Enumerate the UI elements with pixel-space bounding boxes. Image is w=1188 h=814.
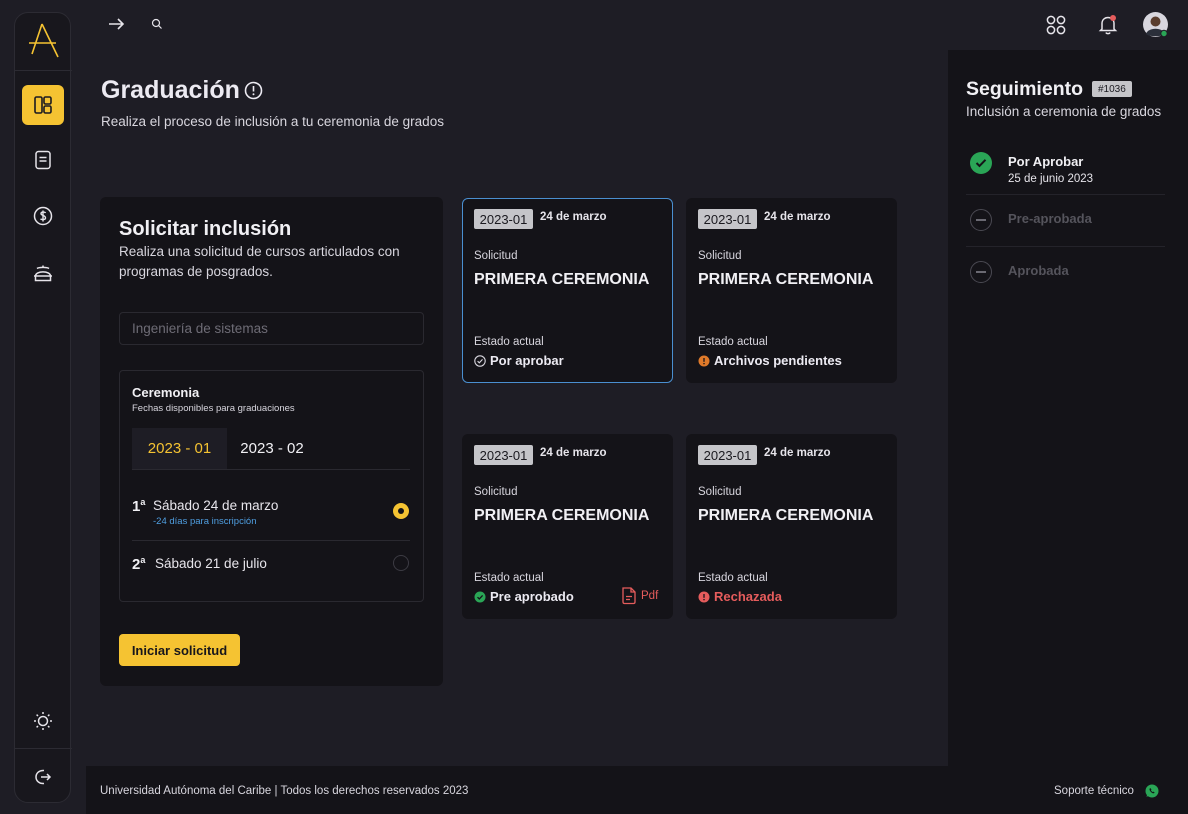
whatsapp-icon[interactable] (1145, 784, 1159, 803)
card-kind: Solicitud (474, 250, 518, 262)
tab-period-2023-01[interactable]: 2023 - 01 (132, 428, 227, 469)
period-badge: 2023-01 (698, 209, 757, 229)
period-badge: 2023-01 (474, 209, 533, 229)
check-circle-icon (970, 152, 992, 174)
step-label: Por Aprobar (1008, 154, 1084, 169)
card-name: PRIMERA CEREMONIA (698, 507, 874, 524)
period-badge: 2023-01 (698, 445, 757, 465)
option-radio[interactable] (393, 555, 409, 571)
page-subtitle: Realiza el proceso de inclusión a tu cer… (101, 114, 444, 129)
ceremony-subtitle: Fechas disponibles para graduaciones (132, 403, 295, 414)
pending-circle-icon (970, 261, 992, 283)
triangle-logo-icon[interactable] (27, 21, 61, 64)
step-label: Pre-aprobada (1008, 211, 1092, 226)
card-name: PRIMERA CEREMONIA (474, 507, 650, 524)
request-title: Solicitar inclusión (119, 218, 292, 240)
apps-grid-icon[interactable] (1045, 14, 1067, 36)
avatar[interactable] (1142, 11, 1169, 38)
card-state-label: Estado actual (698, 336, 768, 348)
option-radio-selected[interactable] (393, 503, 409, 519)
option-note: -24 días para inscripción (153, 516, 257, 527)
card-date: 24 de marzo (764, 447, 831, 459)
footer-copyright: Universidad Autónoma del Caribe | Todos … (100, 785, 469, 797)
request-description: Realiza una solicitud de cursos articula… (119, 244, 400, 279)
sidebar-divider (15, 70, 72, 71)
option-label: Sábado 21 de julio (155, 556, 267, 571)
bell-icon[interactable] (1098, 14, 1118, 36)
tracking-subtitle: Inclusión a ceremonia de grados (966, 104, 1162, 119)
card-kind: Solicitud (474, 486, 518, 498)
option-label: Sábado 24 de marzo (153, 498, 279, 513)
request-card[interactable]: 2023-01 24 de marzo Solicitud PRIMERA CE… (462, 434, 673, 619)
card-kind: Solicitud (698, 250, 742, 262)
tracking-id-badge: #1036 (1092, 81, 1132, 97)
step-divider (966, 194, 1165, 195)
tab-divider (132, 469, 410, 470)
option-divider (132, 540, 410, 541)
pdf-label: Pdf (641, 589, 659, 602)
page-title: Graduación (101, 76, 240, 104)
option-ordinal: 2a (132, 555, 146, 573)
arrow-right-icon[interactable] (106, 14, 126, 34)
request-panel: Solicitar inclusión Realiza una solicitu… (100, 197, 443, 686)
step-date: 25 de junio 2023 (1008, 173, 1094, 185)
option-ordinal: 1a (132, 497, 146, 515)
sidebar-divider (15, 748, 72, 749)
pending-circle-icon (970, 209, 992, 231)
pdf-file-icon (622, 587, 636, 605)
card-state-label: Estado actual (474, 336, 544, 348)
step-label: Aprobada (1008, 263, 1069, 278)
theme-toggle[interactable] (22, 701, 64, 741)
sidebar-item-payments[interactable] (22, 196, 64, 236)
request-card[interactable]: 2023-01 24 de marzo Solicitud PRIMERA CE… (686, 434, 897, 619)
card-state-label: Estado actual (474, 572, 544, 584)
search-icon[interactable] (151, 18, 163, 30)
tracking-panel: Seguimiento #1036 Inclusión a ceremonia … (948, 50, 1188, 766)
ceremony-selector: Ceremonia Fechas disponibles para gradua… (119, 370, 424, 602)
card-date: 24 de marzo (540, 447, 607, 459)
period-badge: 2023-01 (474, 445, 533, 465)
card-name: PRIMERA CEREMONIA (698, 271, 874, 288)
dashboard-icon (34, 96, 52, 114)
card-state: Archivos pendientes (698, 353, 842, 368)
sidebar-item-dashboard[interactable] (22, 85, 64, 125)
card-state: Rechazada (698, 589, 782, 604)
footer: Universidad Autónoma del Caribe | Todos … (86, 766, 1188, 814)
academic-icon (34, 265, 52, 282)
request-card[interactable]: 2023-01 24 de marzo Solicitud PRIMERA CE… (462, 198, 673, 383)
start-request-button[interactable]: Iniciar solicitud (119, 634, 240, 666)
check-circle-outline-icon (474, 354, 486, 367)
error-icon (698, 591, 710, 603)
document-icon (35, 150, 51, 170)
check-circle-icon (474, 591, 486, 603)
sidebar (14, 12, 72, 803)
card-date: 24 de marzo (540, 211, 607, 223)
card-state: Pre aprobado (474, 589, 574, 604)
ceremony-title: Ceremonia (132, 385, 200, 400)
sun-icon (34, 712, 52, 730)
career-input[interactable] (119, 312, 424, 345)
info-icon[interactable] (244, 81, 263, 105)
request-card[interactable]: 2023-01 24 de marzo Solicitud PRIMERA CE… (686, 198, 897, 383)
pdf-download-link[interactable]: Pdf (620, 586, 658, 605)
dollar-icon (33, 206, 53, 226)
card-name: PRIMERA CEREMONIA (474, 271, 650, 288)
sidebar-item-documents[interactable] (22, 140, 64, 180)
tab-period-2023-02[interactable]: 2023 - 02 (227, 428, 317, 469)
logout-button[interactable] (22, 757, 64, 797)
tracking-title: Seguimiento (966, 78, 1084, 100)
card-kind: Solicitud (698, 486, 742, 498)
step-divider (966, 246, 1165, 247)
logout-icon (35, 769, 52, 785)
support-link[interactable]: Soporte técnico (1054, 785, 1134, 797)
warning-icon (698, 355, 710, 367)
card-state: Por aprobar (474, 353, 564, 368)
sidebar-item-academic[interactable] (22, 253, 64, 293)
card-date: 24 de marzo (764, 211, 831, 223)
card-state-label: Estado actual (698, 572, 768, 584)
